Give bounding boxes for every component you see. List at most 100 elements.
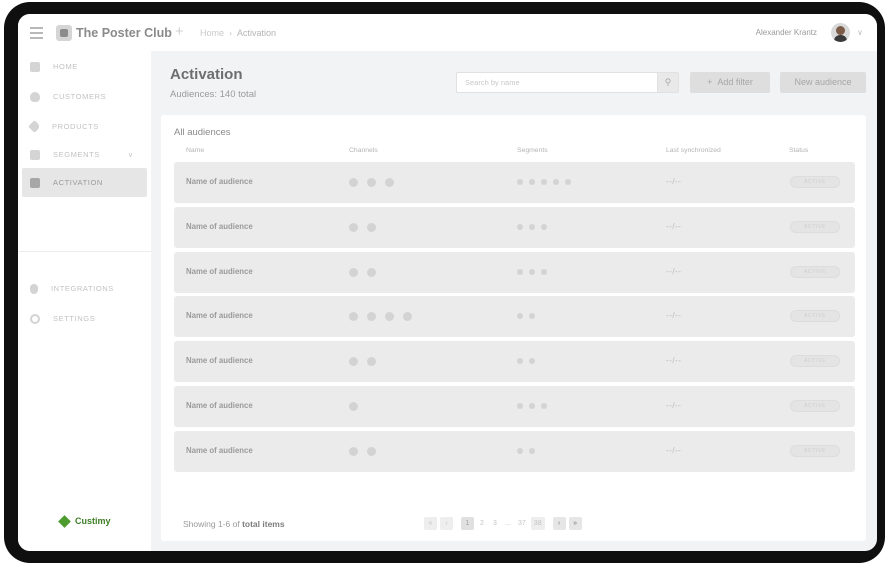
channel-dot [349, 222, 358, 232]
table-row[interactable]: Name of audience --/-- ACTIVE [174, 206, 855, 248]
audience-name[interactable]: Name of audience [186, 401, 253, 410]
channel-dot [367, 446, 376, 456]
segment-dot [541, 268, 547, 275]
channel-dot [367, 312, 376, 322]
segment-dot [529, 403, 535, 409]
add-filter-button[interactable]: + Add filter [690, 72, 770, 93]
search-input[interactable] [457, 73, 657, 92]
segment-dot [517, 313, 523, 320]
column-header-segments[interactable]: Segments [517, 147, 548, 154]
page-button-3[interactable]: 3 [490, 517, 500, 530]
tag-icon [28, 120, 41, 133]
tablet-frame: The Poster Club + Home › Activation Alexan… [4, 2, 885, 563]
status-badge: ACTIVE [790, 444, 840, 457]
showing-text: Showing 1-6 of [183, 519, 240, 529]
last-page-button[interactable]: » [568, 517, 582, 530]
segment-dot [541, 179, 547, 185]
brand-name: Custimy [75, 516, 111, 526]
audiences-card: All audiences Name Channels Segments Las… [161, 115, 866, 541]
chevron-down-icon[interactable]: ∨ [857, 28, 863, 37]
last-synchronized: --/-- [666, 445, 682, 455]
sidebar-item-home[interactable]: HOME [22, 52, 147, 81]
user-name[interactable]: Alexander Krantz [756, 28, 817, 37]
app-logo-icon [56, 25, 72, 41]
sidebar-item-products[interactable]: PRODUCTS [22, 112, 147, 141]
segment-dot [517, 358, 523, 365]
sidebar-item-label: CUSTOMERS [53, 92, 107, 101]
segments-indicator [517, 402, 553, 409]
audience-name[interactable]: Name of audience [186, 222, 253, 231]
sidebar-item-integrations[interactable]: INTEGRATIONS [22, 274, 147, 303]
column-header-channels[interactable]: Channels [349, 147, 378, 154]
sidebar-item-label: ACTIVATION [53, 178, 103, 187]
table-row[interactable]: Name of audience --/-- ACTIVE [174, 430, 855, 472]
segments-indicator [517, 268, 553, 275]
search-icon[interactable]: ⚲ [657, 73, 678, 92]
page-button-2[interactable]: 2 [477, 517, 487, 530]
column-header-status[interactable]: Status [789, 147, 808, 154]
table-row[interactable]: Name of audience --/-- ACTIVE [174, 162, 855, 203]
breadcrumb-home[interactable]: Home [200, 28, 224, 38]
last-synchronized: --/-- [666, 401, 682, 410]
audience-name[interactable]: Name of audience [186, 446, 253, 455]
avatar[interactable] [831, 23, 850, 42]
sidebar-item-settings[interactable]: SETTINGS [22, 304, 147, 333]
page-button-38[interactable]: 38 [530, 517, 545, 530]
card-title: All audiences [174, 127, 231, 138]
audience-name[interactable]: Name of audience [186, 267, 253, 276]
database-icon [30, 283, 38, 294]
audience-name[interactable]: Name of audience [186, 177, 253, 186]
channel-dot [403, 312, 412, 322]
segment-dot [553, 179, 559, 185]
table-row[interactable]: Name of audience --/-- ACTIVE [174, 341, 855, 383]
channels-indicator [349, 357, 385, 367]
page-button-1[interactable]: 1 [461, 517, 474, 530]
channel-dot [385, 312, 394, 322]
prev-page-button[interactable]: ‹ [440, 517, 453, 530]
channels-indicator [349, 267, 385, 277]
channel-dot [349, 357, 358, 367]
column-header-last-synchronized[interactable]: Last synchronized [666, 147, 721, 154]
channel-dot [367, 178, 376, 187]
add-icon[interactable]: + [175, 23, 184, 40]
next-page-button[interactable]: › [552, 517, 566, 530]
status-badge: ACTIVE [790, 310, 840, 323]
sidebar-item-customers[interactable]: CUSTOMERS [22, 82, 147, 111]
sidebar-item-activation[interactable]: ACTIVATION [22, 168, 147, 197]
plus-icon: + [707, 77, 713, 87]
channel-dot [367, 267, 376, 277]
page-button-37[interactable]: 37 [516, 517, 528, 530]
sidebar-item-label: HOME [53, 62, 78, 71]
table-row[interactable]: Name of audience --/-- ACTIVE [174, 296, 855, 338]
brand-gem-icon [58, 514, 71, 528]
channels-indicator [349, 312, 421, 322]
sidebar-item-label: SEGMENTS [53, 150, 100, 159]
first-page-button[interactable]: « [424, 517, 437, 530]
segment-dot [517, 223, 523, 230]
sidebar-item-segments[interactable]: SEGMENTS ∨ [22, 140, 147, 169]
audience-name[interactable]: Name of audience [186, 311, 253, 320]
hamburger-menu-icon[interactable] [30, 27, 43, 39]
segment-dot [529, 447, 535, 454]
segment-dot [529, 358, 535, 365]
sidebar-item-label: PRODUCTS [52, 122, 99, 131]
table-row[interactable]: Name of audience --/-- ACTIVE [174, 251, 855, 293]
channels-indicator [349, 446, 385, 456]
segment-dot [529, 179, 535, 185]
segment-dot [529, 268, 535, 275]
new-audience-button[interactable]: New audience [780, 72, 866, 93]
sidebar-divider [18, 251, 151, 252]
page-title: Activation [170, 66, 243, 83]
segments-indicator [517, 223, 553, 230]
breadcrumb: Home › Activation [200, 28, 276, 38]
status-badge: ACTIVE [790, 220, 840, 233]
chevron-down-icon[interactable]: ∨ [128, 151, 133, 159]
segment-dot [517, 447, 523, 454]
table-row[interactable]: Name of audience --/-- ACTIVE [174, 386, 855, 427]
pagination-summary: Showing 1-6 of total items [183, 519, 285, 529]
segment-dot [529, 223, 535, 230]
segment-dot [529, 313, 535, 320]
audience-name[interactable]: Name of audience [186, 356, 253, 365]
status-badge: ACTIVE [790, 265, 840, 278]
column-header-name[interactable]: Name [186, 147, 204, 154]
